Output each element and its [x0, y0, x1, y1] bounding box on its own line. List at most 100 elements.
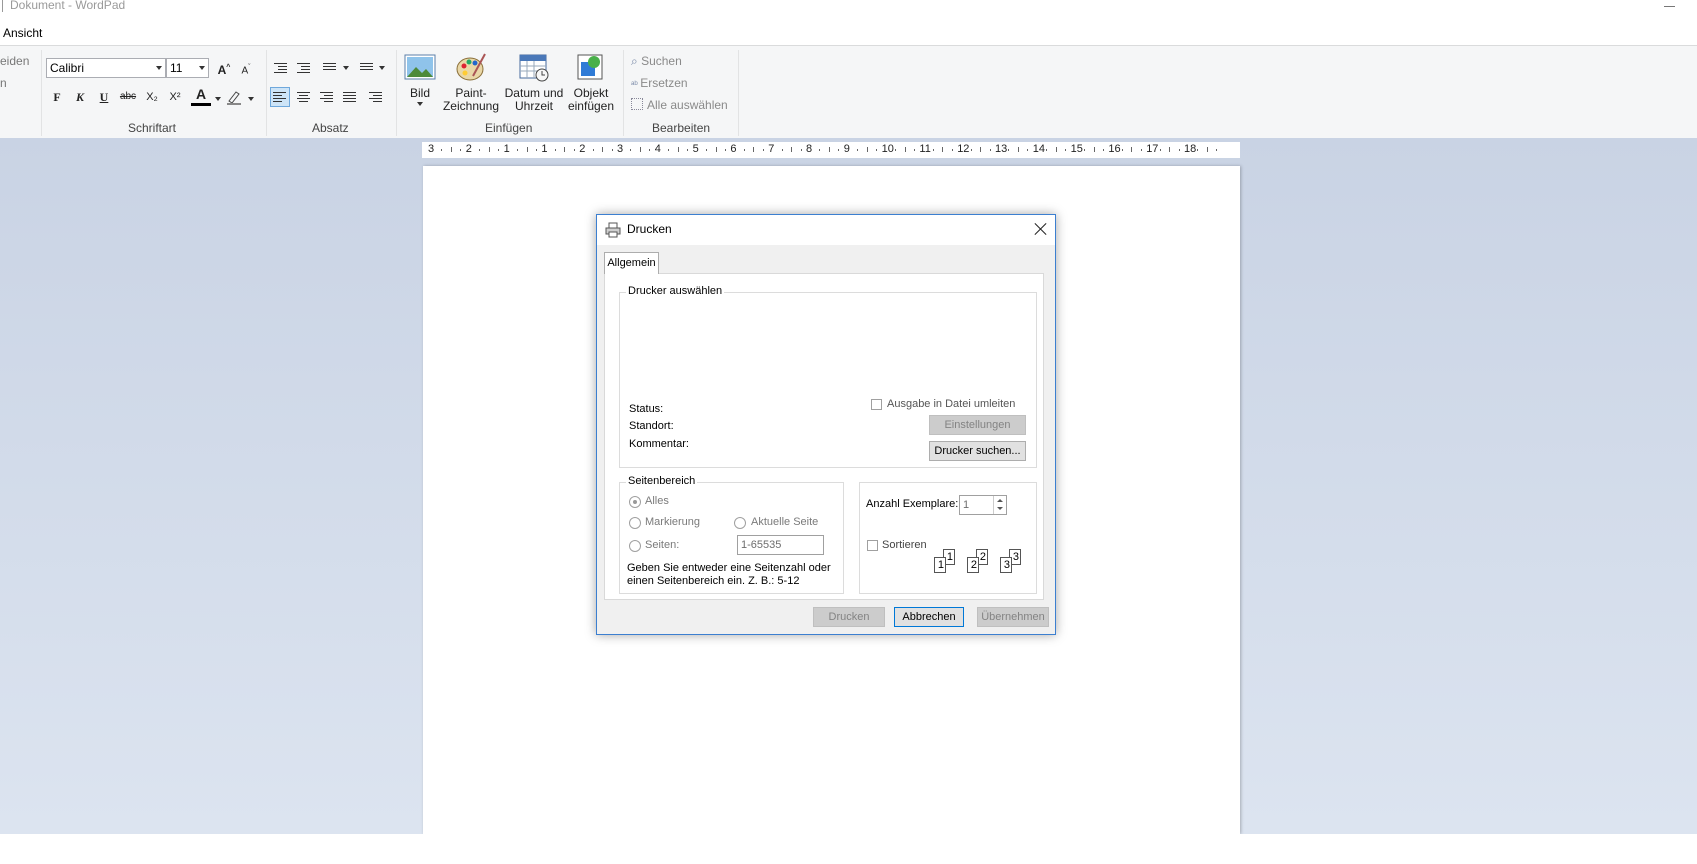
chevron-down-icon[interactable] — [997, 507, 1003, 510]
radio-current-page-label: Aktuelle Seite — [751, 516, 819, 528]
ruler-tick — [819, 149, 821, 151]
collate-checkbox[interactable] — [867, 540, 878, 551]
paragraph-settings-icon[interactable] — [366, 87, 386, 107]
ruler-tick — [441, 149, 443, 151]
align-right-icon[interactable] — [317, 87, 337, 107]
subscript-button[interactable]: X₂ — [142, 87, 162, 107]
radio-pages[interactable] — [629, 540, 641, 552]
chevron-down-icon — [417, 102, 423, 106]
cancel-button[interactable]: Abbrechen — [894, 607, 964, 627]
calendar-clock-icon — [518, 52, 550, 84]
line-spacing-icon[interactable] — [357, 58, 377, 78]
chevron-down-icon[interactable] — [248, 97, 254, 101]
copies-spinner[interactable] — [993, 496, 1007, 514]
highlight-icon[interactable] — [226, 89, 242, 105]
justify-icon[interactable] — [340, 87, 360, 107]
radio-selection[interactable] — [629, 517, 641, 529]
ruler-tick — [951, 149, 953, 151]
apply-button[interactable]: Übernehmen — [977, 607, 1049, 627]
ruler-tick — [1055, 147, 1057, 152]
ruler-tick — [970, 149, 972, 151]
ruler-number: 2 — [465, 143, 472, 155]
chevron-down-icon[interactable] — [343, 66, 349, 70]
binoculars-icon: ⌕ — [631, 54, 642, 68]
ruler[interactable]: 3 2 1 1 2 3 4 5 6 7 8 9 10 11 12 13 14 15 16 17 18 — [422, 142, 1240, 158]
minimize-icon[interactable] — [1664, 6, 1675, 7]
ruler-tick — [602, 147, 604, 152]
ruler-number: 16 — [1108, 143, 1121, 155]
print-button[interactable]: Drucken — [813, 607, 885, 627]
strikethrough-button[interactable]: abc — [118, 87, 138, 107]
date-time-button[interactable]: Datum und Uhrzeit — [502, 52, 566, 113]
align-left-icon[interactable] — [270, 87, 290, 107]
ruler-tick — [913, 149, 915, 151]
ruler-tick — [639, 147, 641, 152]
ruler-tick — [526, 147, 528, 152]
general-tab-panel: Drucker auswählen Status: Standort: Komm… — [604, 273, 1044, 600]
tab-allgemein[interactable]: Allgemein — [604, 252, 659, 274]
chevron-up-icon[interactable] — [997, 499, 1003, 502]
ruler-tick — [1131, 147, 1133, 152]
radio-current-page[interactable] — [734, 517, 746, 529]
find-printer-button[interactable]: Drucker suchen... — [929, 441, 1026, 461]
insert-picture-button[interactable]: Bild — [402, 52, 438, 106]
ruler-tick — [1027, 149, 1029, 151]
ruler-tick — [857, 149, 859, 151]
clipboard-partial-label-2[interactable]: n — [0, 76, 7, 90]
paint-drawing-button[interactable]: Paint- Zeichnung — [441, 52, 501, 113]
ruler-tick — [564, 147, 566, 152]
clipboard-partial-label-1[interactable]: eiden — [0, 54, 29, 68]
font-family-combo[interactable]: Calibri — [46, 58, 166, 78]
find-label: Suchen — [641, 54, 682, 68]
ruler-tick — [1169, 147, 1171, 152]
group-label-insert: Einfügen — [485, 121, 533, 135]
align-center-icon[interactable] — [294, 87, 314, 107]
print-to-file-checkbox[interactable] — [871, 399, 882, 410]
ruler-tick — [876, 149, 878, 151]
increase-indent-icon[interactable] — [294, 58, 314, 78]
find-button[interactable]: ⌕ Suchen — [631, 54, 682, 69]
grow-font-icon[interactable]: A^ — [214, 58, 234, 78]
menu-bar: Ansicht — [0, 24, 1697, 44]
chevron-down-icon[interactable] — [215, 97, 221, 101]
collate-pages-icon: 1 1 — [934, 549, 955, 573]
close-icon[interactable] — [1034, 222, 1048, 236]
bold-button[interactable]: F — [47, 87, 67, 107]
replace-button[interactable]: ᵃᵇ Ersetzen — [631, 76, 688, 90]
select-all-icon — [631, 98, 643, 110]
ruler-tick — [1065, 149, 1067, 151]
settings-button[interactable]: Einstellungen — [929, 415, 1026, 435]
window-title: Dokument - WordPad — [10, 0, 126, 12]
ruler-tick — [1017, 147, 1019, 152]
status-label: Status: — [629, 403, 664, 415]
font-color-button[interactable]: A — [191, 86, 211, 106]
ruler-tick — [687, 149, 689, 151]
superscript-button[interactable]: X² — [165, 87, 185, 107]
ruler-tick — [706, 149, 708, 151]
font-size-combo[interactable]: 11 — [166, 58, 209, 78]
ruler-tick — [1046, 149, 1048, 151]
dialog-title-bar: Drucken — [597, 215, 1055, 245]
shrink-font-icon[interactable]: Aˇ — [236, 58, 256, 78]
bullet-list-icon[interactable] — [320, 58, 340, 78]
ruler-tick — [753, 147, 755, 152]
select-all-button[interactable]: Alle auswählen — [631, 98, 728, 112]
chevron-down-icon[interactable] — [379, 66, 385, 70]
ruler-tick — [715, 147, 717, 152]
ruler-tick — [677, 147, 679, 152]
pages-input[interactable]: 1-65535 — [737, 535, 824, 555]
collate-label: Sortieren — [882, 539, 927, 551]
ruler-tick — [535, 149, 537, 151]
italic-button[interactable]: K — [70, 87, 90, 107]
underline-button[interactable]: U — [94, 87, 114, 107]
chevron-down-icon — [156, 66, 162, 70]
ruler-tick — [838, 149, 840, 151]
dialog-title: Drucken — [627, 222, 672, 236]
ruler-tick — [1178, 149, 1180, 151]
insert-object-button[interactable]: Objekt einfügen — [566, 52, 616, 113]
tab-ansicht[interactable]: Ansicht — [3, 26, 42, 40]
ruler-number: 4 — [654, 143, 661, 155]
decrease-indent-icon[interactable] — [271, 58, 291, 78]
printer-select-label: Drucker auswählen — [626, 285, 725, 297]
radio-all[interactable] — [629, 496, 641, 508]
